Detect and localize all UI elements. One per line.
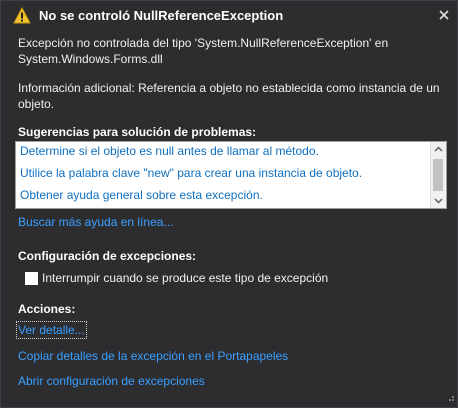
- dialog-title: No se controló NullReferenceException: [39, 8, 284, 23]
- scroll-down-icon[interactable]: [431, 193, 446, 208]
- suggestion-item[interactable]: Determine si el objeto es null antes de …: [20, 144, 319, 158]
- open-exception-settings-link[interactable]: Abrir configuración de excepciones: [18, 374, 205, 388]
- scrollbar-thumb[interactable]: [433, 159, 443, 191]
- title-bar: No se controló NullReferenceException: [1, 1, 457, 31]
- break-on-exception-label[interactable]: Interrumpir cuando se produce este tipo …: [42, 270, 328, 286]
- suggestions-heading: Sugerencias para solución de problemas:: [18, 125, 257, 139]
- exception-settings-heading: Configuración de excepciones:: [18, 249, 197, 263]
- suggestion-item[interactable]: Obtener ayuda general sobre esta excepci…: [20, 188, 263, 202]
- close-icon[interactable]: [435, 6, 453, 24]
- resize-grip-icon[interactable]: [445, 391, 455, 405]
- warning-icon: [13, 6, 31, 24]
- suggestions-scrollbar[interactable]: [430, 142, 446, 208]
- scroll-up-icon[interactable]: [431, 142, 446, 157]
- search-more-help-link[interactable]: Buscar más ayuda en línea...: [18, 215, 173, 229]
- break-on-exception-checkbox[interactable]: [25, 272, 38, 285]
- suggestion-item[interactable]: Utilice la palabra clave "new" para crea…: [20, 166, 362, 180]
- exception-message-line2: System.Windows.Forms.dll: [18, 52, 163, 66]
- additional-info-line2: objeto.: [18, 97, 55, 111]
- suggestions-list: Determine si el objeto es null antes de …: [15, 141, 447, 209]
- view-detail-link[interactable]: Ver detalle...: [16, 321, 87, 339]
- exception-message-line1: Excepción no controlada del tipo 'System…: [18, 36, 389, 50]
- exception-dialog: No se controló NullReferenceException Ex…: [0, 0, 458, 408]
- copy-details-link[interactable]: Copiar detalles de la excepción en el Po…: [18, 349, 288, 363]
- actions-heading: Acciones:: [18, 302, 76, 316]
- additional-info-line1: Información adicional: Referencia a obje…: [18, 81, 440, 95]
